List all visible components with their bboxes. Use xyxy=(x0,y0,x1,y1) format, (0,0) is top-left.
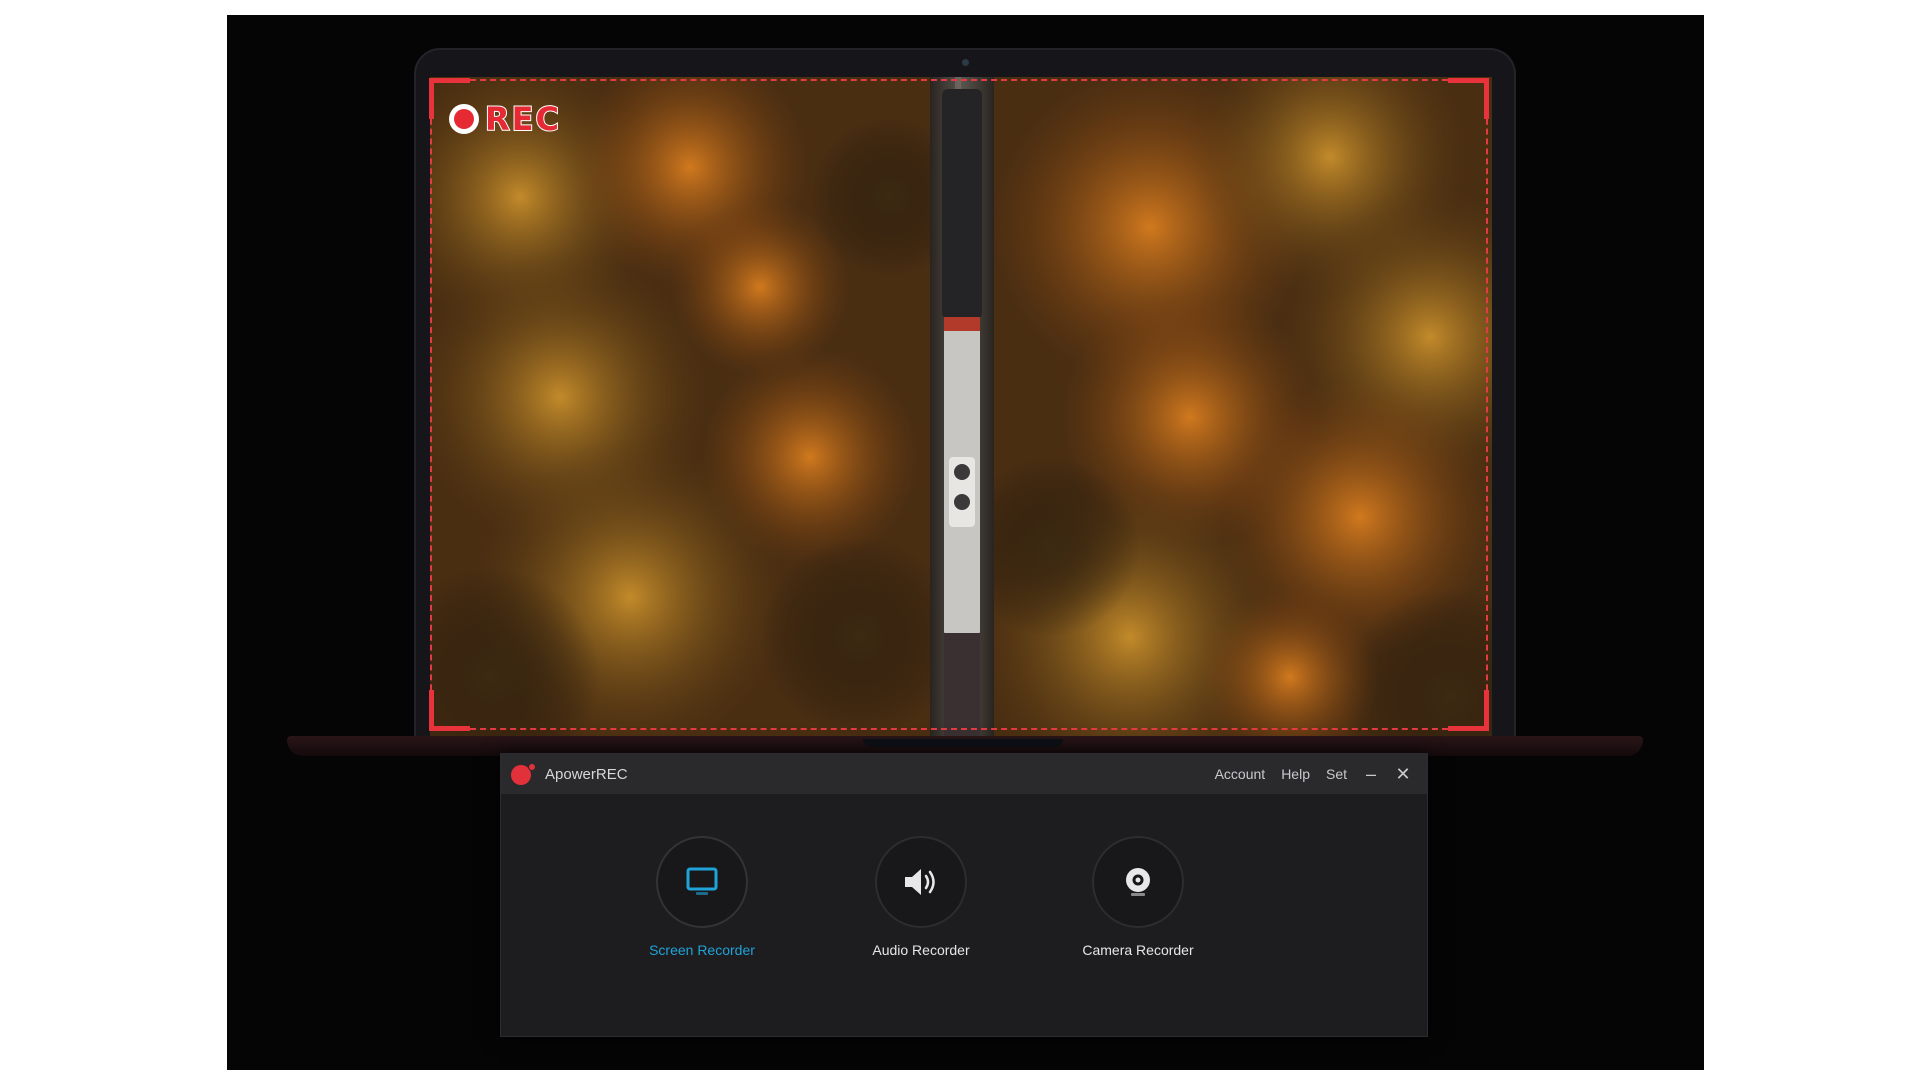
app-title: ApowerREC xyxy=(545,765,628,783)
webcam-icon xyxy=(1126,868,1150,896)
apowerrec-window: ApowerREC Account Help Set – ✕ Screen Re… xyxy=(500,753,1428,1037)
audio-recorder-button[interactable]: Audio Recorder xyxy=(841,836,1001,958)
rec-label: REC xyxy=(484,99,561,139)
menu-help[interactable]: Help xyxy=(1281,766,1310,782)
minimize-button[interactable]: – xyxy=(1363,764,1379,785)
close-button[interactable]: ✕ xyxy=(1395,764,1411,785)
screen-recorder-label: Screen Recorder xyxy=(649,942,755,958)
laptop-camera xyxy=(962,59,969,66)
recording-region-frame[interactable] xyxy=(429,78,1489,731)
rec-indicator: REC xyxy=(449,99,561,139)
apowerrec-logo-icon xyxy=(511,763,536,785)
laptop-base-notch xyxy=(863,739,1063,747)
frame-corner-bottom-left[interactable] xyxy=(429,690,470,731)
speaker-icon xyxy=(905,869,935,895)
camera-recorder-button[interactable]: Camera Recorder xyxy=(1058,836,1218,958)
screen-recorder-circle[interactable] xyxy=(656,836,748,928)
monitor-icon xyxy=(686,867,718,895)
audio-recorder-label: Audio Recorder xyxy=(872,942,970,958)
title-bar[interactable]: ApowerREC Account Help Set – ✕ xyxy=(501,754,1427,794)
camera-recorder-circle[interactable] xyxy=(1092,836,1184,928)
audio-recorder-circle[interactable] xyxy=(875,836,967,928)
menu-set[interactable]: Set xyxy=(1326,766,1347,782)
record-dot-icon xyxy=(449,104,479,134)
frame-corner-bottom-right[interactable] xyxy=(1448,690,1489,731)
menu-account[interactable]: Account xyxy=(1215,766,1266,782)
camera-recorder-label: Camera Recorder xyxy=(1082,942,1194,958)
stage-background: REC ApowerREC Account Help Set – ✕ Scree… xyxy=(227,15,1704,1070)
mode-selector: Screen Recorder Audio Recorder Camera Re… xyxy=(501,794,1427,1036)
screen-recorder-button[interactable]: Screen Recorder xyxy=(622,836,782,958)
frame-corner-top-right[interactable] xyxy=(1448,78,1489,119)
title-menu: Account Help Set – ✕ xyxy=(1215,754,1411,794)
